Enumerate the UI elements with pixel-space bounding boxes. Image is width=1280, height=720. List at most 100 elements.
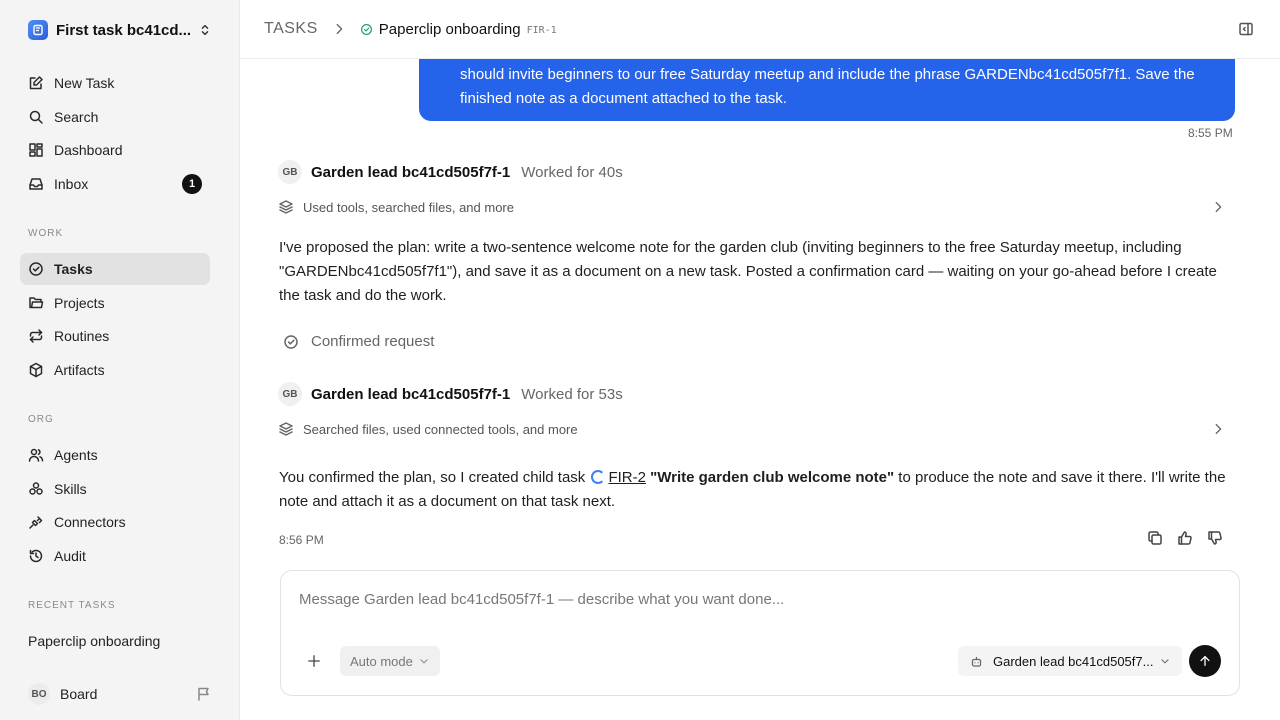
search-icon <box>29 110 43 124</box>
child-task-link[interactable]: FIR-2 <box>608 469 646 486</box>
chevron-right-icon <box>1215 201 1222 213</box>
agent-message-timestamp: 8:56 PM <box>279 533 324 547</box>
page-header: TASKS Paperclip onboarding FIR-1 <box>240 0 1280 59</box>
user-message-timestamp: 8:55 PM <box>1188 126 1233 140</box>
avatar: GB <box>278 160 302 184</box>
plug-icon <box>29 516 43 529</box>
chevron-right-icon <box>1215 423 1222 435</box>
nav-tasks[interactable]: Tasks <box>20 253 210 285</box>
nav-new-task[interactable]: New Task <box>20 67 210 99</box>
repeat-icon <box>29 329 43 343</box>
sidebar-toggle-icon[interactable] <box>1238 21 1254 37</box>
nav-audit[interactable]: Audit <box>20 540 210 572</box>
nav-label: New Task <box>54 75 115 91</box>
agent-turn-header: GB Garden lead bc41cd505f7f-1 Worked for… <box>278 382 623 406</box>
nav-label: Connectors <box>54 514 126 530</box>
agent-message: You confirmed the plan, so I created chi… <box>279 466 1239 514</box>
nav-label: Agents <box>54 447 98 463</box>
page-title: Paperclip onboarding <box>378 20 521 38</box>
board-switcher[interactable]: BO Board <box>20 680 220 708</box>
message-text: You confirmed the plan, so I created chi… <box>279 469 590 486</box>
mode-selector[interactable]: Auto mode <box>340 646 440 676</box>
chevron-down-icon <box>420 659 428 664</box>
inbox-count-badge: 1 <box>182 174 202 194</box>
nav-search[interactable]: Search <box>20 101 210 133</box>
nav-label: Search <box>54 109 99 125</box>
nav-label: Routines <box>54 328 110 344</box>
tasks-icon <box>29 262 43 276</box>
user-message-bubble: should invite beginners to our free Satu… <box>419 59 1235 121</box>
in-progress-spinner-icon <box>591 470 606 484</box>
message-actions <box>1147 530 1223 546</box>
nav-label: Inbox <box>54 176 89 192</box>
task-id-badge: FIR-1 <box>526 24 557 36</box>
tool-usage-summary[interactable]: Searched files, used connected tools, an… <box>278 418 1234 440</box>
message-composer: Auto mode Garden lead bc41cd505f7... <box>280 570 1240 696</box>
flag-icon[interactable] <box>196 686 212 702</box>
nav-projects[interactable]: Projects <box>20 287 210 319</box>
nav-dashboard[interactable]: Dashboard <box>20 134 210 166</box>
worked-duration: Worked for 53s <box>521 385 623 403</box>
board-label: Board <box>60 686 98 702</box>
nav-label: Projects <box>54 295 105 311</box>
nav-label: Dashboard <box>54 142 123 158</box>
folder-icon <box>29 297 44 309</box>
chevron-right-icon <box>336 23 343 35</box>
history-icon <box>29 549 43 563</box>
worked-duration: Worked for 40s <box>521 163 623 181</box>
confirmed-request-status: Confirmed request <box>283 333 434 350</box>
section-label-recent: RECENT TASKS <box>28 600 116 611</box>
plus-icon[interactable] <box>307 654 321 668</box>
skills-icon <box>29 482 43 495</box>
nav-label: Audit <box>54 548 86 564</box>
thumbs-up-icon[interactable] <box>1177 530 1193 546</box>
agent-message: I've proposed the plan: write a two-sent… <box>279 239 1217 304</box>
agent-turn-header: GB Garden lead bc41cd505f7f-1 Worked for… <box>278 160 623 184</box>
agent-selector-label: Garden lead bc41cd505f7... <box>993 653 1154 669</box>
workspace-logo-icon <box>28 20 48 40</box>
layers-icon <box>279 422 293 436</box>
inbox-icon <box>29 178 43 190</box>
box-icon <box>29 362 43 378</box>
avatar: GB <box>278 382 302 406</box>
tool-usage-label: Searched files, used connected tools, an… <box>303 421 578 437</box>
bot-icon <box>971 656 982 667</box>
agent-name: Garden lead bc41cd505f7f-1 <box>311 163 511 181</box>
dashboard-icon <box>29 143 43 157</box>
nav-artifacts[interactable]: Artifacts <box>20 354 210 386</box>
section-label-org: ORG <box>28 414 54 425</box>
new-task-icon <box>29 76 43 90</box>
nav-label: Artifacts <box>54 362 105 378</box>
check-circle-icon <box>284 334 298 349</box>
agent-selector[interactable]: Garden lead bc41cd505f7... <box>958 646 1182 676</box>
thumbs-down-icon[interactable] <box>1207 530 1223 546</box>
chevron-down-icon <box>1161 659 1169 664</box>
users-icon <box>28 448 44 462</box>
mode-label: Auto mode <box>350 653 413 669</box>
chevron-up-down-icon <box>201 24 209 36</box>
nav-routines[interactable]: Routines <box>20 320 210 352</box>
message-input[interactable] <box>299 591 1199 608</box>
nav-connectors[interactable]: Connectors <box>20 506 210 538</box>
tool-usage-label: Used tools, searched files, and more <box>303 199 514 215</box>
tool-usage-summary[interactable]: Used tools, searched files, and more <box>278 196 1234 218</box>
chat-thread: should invite beginners to our free Satu… <box>240 59 1280 720</box>
arrow-up-icon <box>1200 655 1210 667</box>
confirmed-label: Confirmed request <box>311 333 435 350</box>
nav-agents[interactable]: Agents <box>20 439 210 471</box>
nav-skills[interactable]: Skills <box>20 473 210 505</box>
copy-icon[interactable] <box>1147 530 1163 546</box>
workspace-switcher[interactable]: First task bc41cd... <box>20 14 220 46</box>
send-button[interactable] <box>1189 645 1221 677</box>
nav-label: Tasks <box>54 261 93 277</box>
nav-inbox[interactable]: Inbox 1 <box>20 168 210 200</box>
recent-task-item[interactable]: Paperclip onboarding <box>28 633 160 649</box>
layers-icon <box>279 200 293 214</box>
status-done-icon <box>360 23 372 35</box>
agent-name: Garden lead bc41cd505f7f-1 <box>311 385 511 403</box>
breadcrumb-tasks[interactable]: TASKS <box>264 20 318 38</box>
sidebar: First task bc41cd... New Task Search Das… <box>0 0 240 720</box>
section-label-work: WORK <box>28 228 64 239</box>
nav-label: Skills <box>54 481 87 497</box>
workspace-name: First task bc41cd... <box>56 21 192 39</box>
